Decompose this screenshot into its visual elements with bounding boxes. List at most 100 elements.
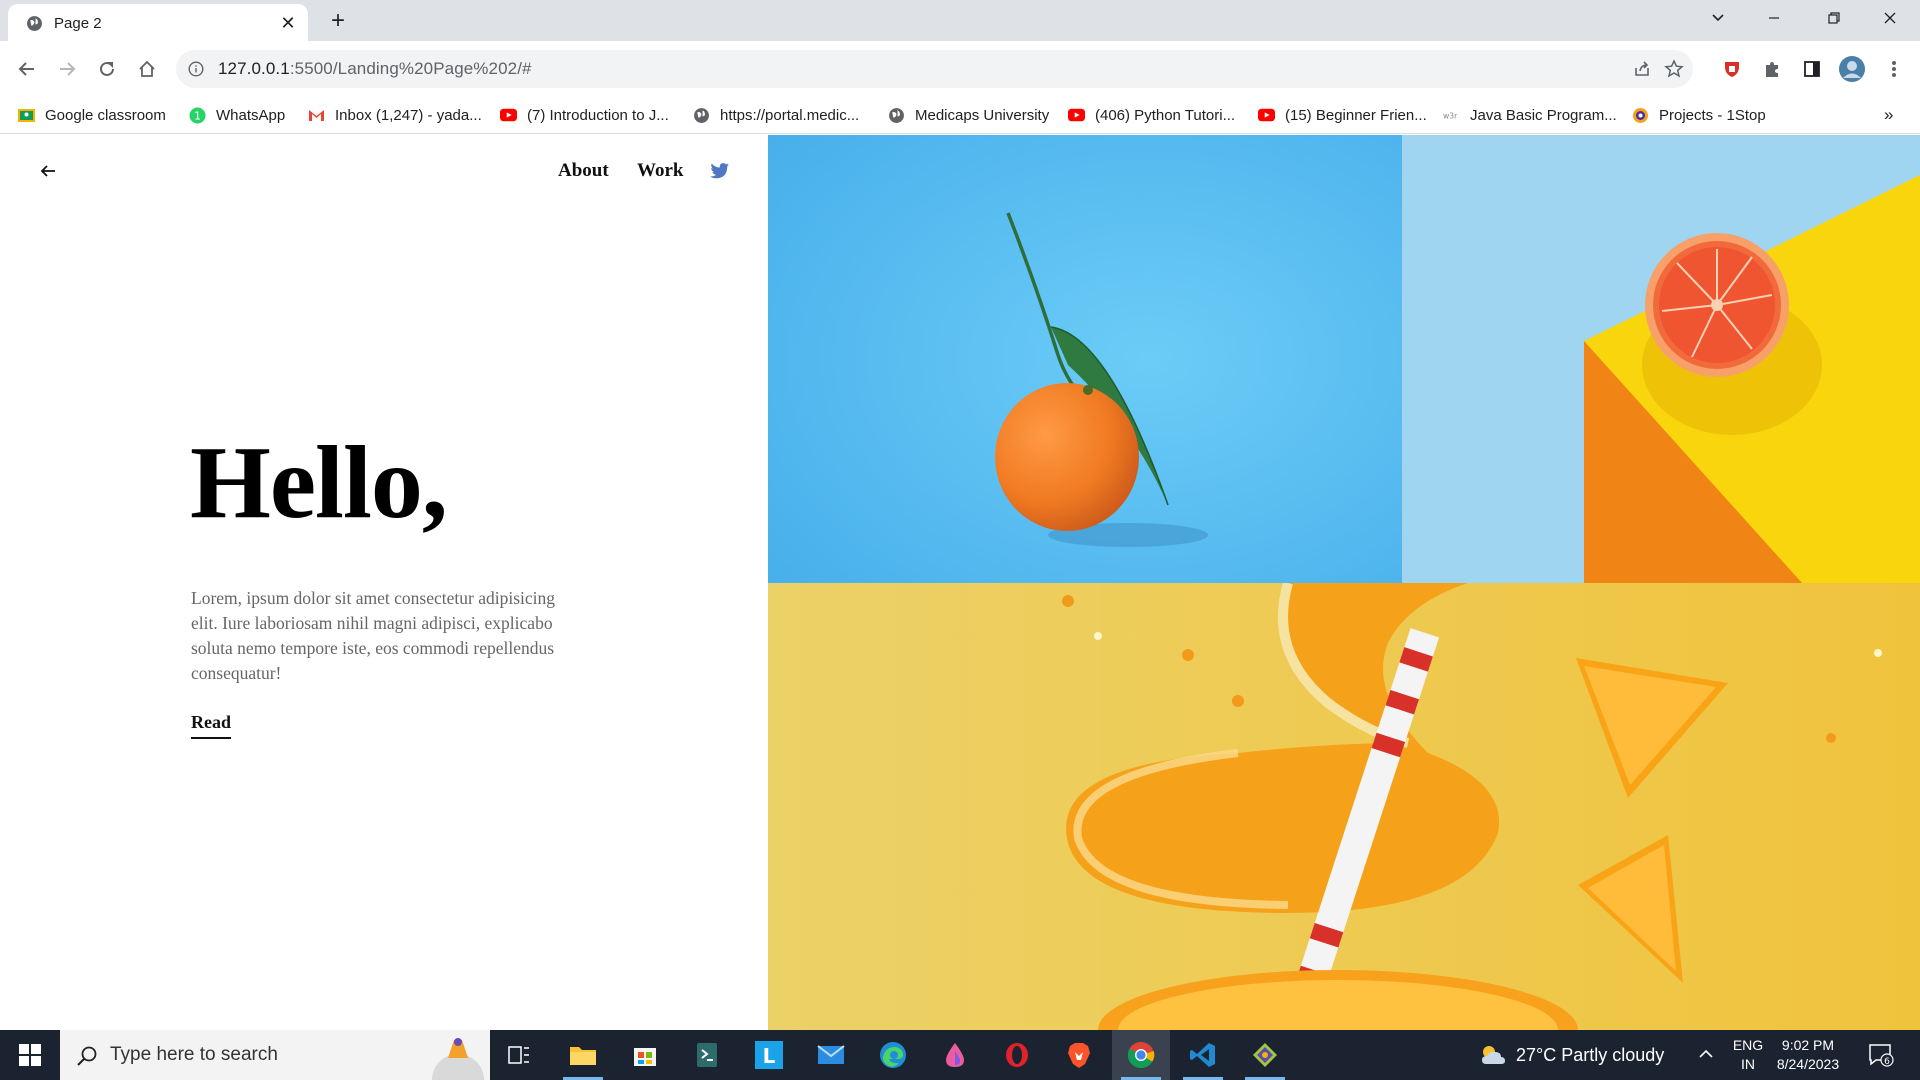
svg-text:1: 1: [194, 109, 201, 122]
notification-count: 6: [1884, 1057, 1890, 1067]
windows-taskbar: Type here to search L 27°C Partly cloudy…: [0, 1030, 1920, 1080]
browser-toolbar: 127.0.0.1:5500/Landing%20Page%202/#: [0, 41, 1920, 97]
url-text[interactable]: 127.0.0.1:5500/Landing%20Page%202/#: [218, 59, 532, 79]
chrome-icon[interactable]: [1112, 1030, 1170, 1080]
twitter-icon[interactable]: [710, 162, 730, 180]
hero-paragraph: Lorem, ipsum dolor sit amet consectetur …: [191, 588, 556, 683]
extensions-puzzle-icon[interactable]: [1756, 53, 1788, 85]
url-host: 127.0.0.1: [218, 59, 290, 78]
bookmark-label: Google classroom: [45, 106, 166, 124]
bookmark-whatsapp[interactable]: 1 WhatsApp: [189, 105, 285, 125]
svg-text:w3r: w3r: [1443, 111, 1458, 120]
tab-close-icon[interactable]: ✕: [278, 13, 298, 33]
bookmark-star-icon[interactable]: [1664, 59, 1684, 79]
opera-icon[interactable]: [988, 1030, 1046, 1080]
read-link[interactable]: Read: [191, 712, 231, 739]
share-icon[interactable]: [1632, 59, 1652, 79]
bookmark-google-classroom[interactable]: Google classroom: [18, 105, 166, 125]
bookmark-label: Inbox (1,247) - yada...: [335, 106, 482, 124]
globe-icon: [693, 107, 710, 124]
edge-browser-icon[interactable]: [864, 1030, 922, 1080]
page-viewport: About Work Hello, Lorem, ipsum dolor sit…: [0, 135, 1920, 1030]
bookmark-medicaps-university[interactable]: Medicaps University: [888, 105, 1049, 125]
browser-tab[interactable]: Page 2 ✕: [8, 4, 308, 41]
brave-icon[interactable]: [1050, 1030, 1108, 1080]
microsoft-store-icon[interactable]: [616, 1030, 674, 1080]
search-placeholder: Type here to search: [110, 1044, 278, 1065]
weather-text: 27°C Partly cloudy: [1516, 1044, 1665, 1065]
bookmark-java-basic[interactable]: w3r Java Basic Program...: [1443, 105, 1617, 125]
youtube-icon: [1258, 107, 1275, 124]
grapefruit-photo: [1402, 135, 1920, 583]
notifications-icon[interactable]: 6: [1868, 1043, 1894, 1067]
side-panel-icon[interactable]: [1796, 53, 1828, 85]
url-path: :5500/Landing%20Page%202/#: [289, 59, 532, 78]
language-indicator[interactable]: ENG IN: [1732, 1036, 1764, 1074]
weather-widget[interactable]: 27°C Partly cloudy: [1478, 1042, 1664, 1068]
home-icon[interactable]: [131, 53, 163, 85]
bookmark-projects-1stop[interactable]: Projects - 1Stop: [1632, 105, 1766, 125]
youtube-icon: [500, 107, 517, 124]
mail-icon[interactable]: [802, 1030, 860, 1080]
task-view-icon[interactable]: [490, 1030, 548, 1080]
profile-avatar-icon[interactable]: [1836, 53, 1868, 85]
bookmark-youtube-intro[interactable]: (7) Introduction to J...: [500, 105, 669, 125]
lang-line1: ENG: [1732, 1037, 1764, 1053]
bookmark-beginner-friendly[interactable]: (15) Beginner Frien...: [1258, 105, 1427, 125]
new-tab-button[interactable]: +: [325, 8, 351, 34]
globe-icon: [888, 107, 905, 124]
back-arrow-icon[interactable]: [38, 161, 58, 181]
bookmark-label: https://portal.medic...: [720, 106, 860, 124]
search-icon: [77, 1046, 97, 1066]
bookmark-gmail[interactable]: Inbox (1,247) - yada...: [308, 105, 482, 125]
lang-line2: IN: [1741, 1056, 1755, 1072]
partly-cloudy-icon: [1482, 1046, 1505, 1064]
tab-strip: Page 2 ✕ +: [0, 0, 1920, 41]
bookmark-label: WhatsApp: [216, 106, 286, 124]
restore-icon[interactable]: [1812, 6, 1856, 36]
nav-about-link[interactable]: About: [558, 160, 609, 182]
whatsapp-icon: 1: [189, 107, 206, 124]
tab-search-icon[interactable]: [1696, 6, 1740, 36]
bookmarks-overflow-icon[interactable]: »: [1884, 105, 1893, 125]
bookmark-python-tutorial[interactable]: (406) Python Tutori...: [1068, 105, 1235, 125]
site-info-icon[interactable]: [188, 61, 204, 77]
svg-text:L: L: [763, 1044, 776, 1068]
bookmark-portal-medicaps[interactable]: https://portal.medic...: [693, 105, 859, 125]
l-app-icon[interactable]: L: [740, 1030, 798, 1080]
reload-icon[interactable]: [91, 53, 123, 85]
git-app-icon[interactable]: [1236, 1030, 1294, 1080]
vscode-icon[interactable]: [1174, 1030, 1232, 1080]
onestop-icon: [1632, 107, 1649, 124]
nav-work-link[interactable]: Work: [637, 160, 683, 182]
tab-title: Page 2: [54, 15, 102, 32]
back-icon[interactable]: [11, 53, 43, 85]
bookmark-label: Projects - 1Stop: [1659, 106, 1766, 124]
windows-start-icon[interactable]: [0, 1030, 60, 1080]
bookmarks-bar: Google classroom 1 WhatsApp Inbox (1,247…: [0, 97, 1920, 134]
show-hidden-icons-icon[interactable]: [1697, 1045, 1715, 1063]
hero-panel: About Work Hello, Lorem, ipsum dolor sit…: [0, 135, 768, 1030]
close-window-icon[interactable]: [1868, 6, 1912, 36]
drop-app-icon[interactable]: [926, 1030, 984, 1080]
taskbar-search-box[interactable]: Type here to search: [60, 1030, 490, 1080]
gmail-icon: [308, 107, 325, 124]
extension-shield-icon[interactable]: [1716, 53, 1748, 85]
image-grid: [768, 135, 1920, 1030]
forward-icon[interactable]: [51, 53, 83, 85]
terminal-app-icon[interactable]: [678, 1030, 736, 1080]
youtube-icon: [1068, 107, 1085, 124]
chrome-menu-icon[interactable]: [1878, 53, 1910, 85]
taskbar-clock[interactable]: 9:02 PM 8/24/2023: [1770, 1036, 1846, 1074]
bookmark-label: (7) Introduction to J...: [527, 106, 669, 124]
search-highlight-icon: [432, 1038, 484, 1080]
address-bar[interactable]: 127.0.0.1:5500/Landing%20Page%202/#: [176, 50, 1693, 88]
w3r-icon: w3r: [1443, 107, 1460, 124]
bookmark-label: (15) Beginner Frien...: [1285, 106, 1427, 124]
file-explorer-icon[interactable]: [554, 1030, 612, 1080]
clock-date: 8/24/2023: [1776, 1056, 1840, 1072]
tangerine-photo: [768, 135, 1402, 583]
minimize-icon[interactable]: [1752, 6, 1796, 36]
bookmark-label: (406) Python Tutori...: [1095, 106, 1236, 124]
bookmark-label: Medicaps University: [915, 106, 1050, 124]
